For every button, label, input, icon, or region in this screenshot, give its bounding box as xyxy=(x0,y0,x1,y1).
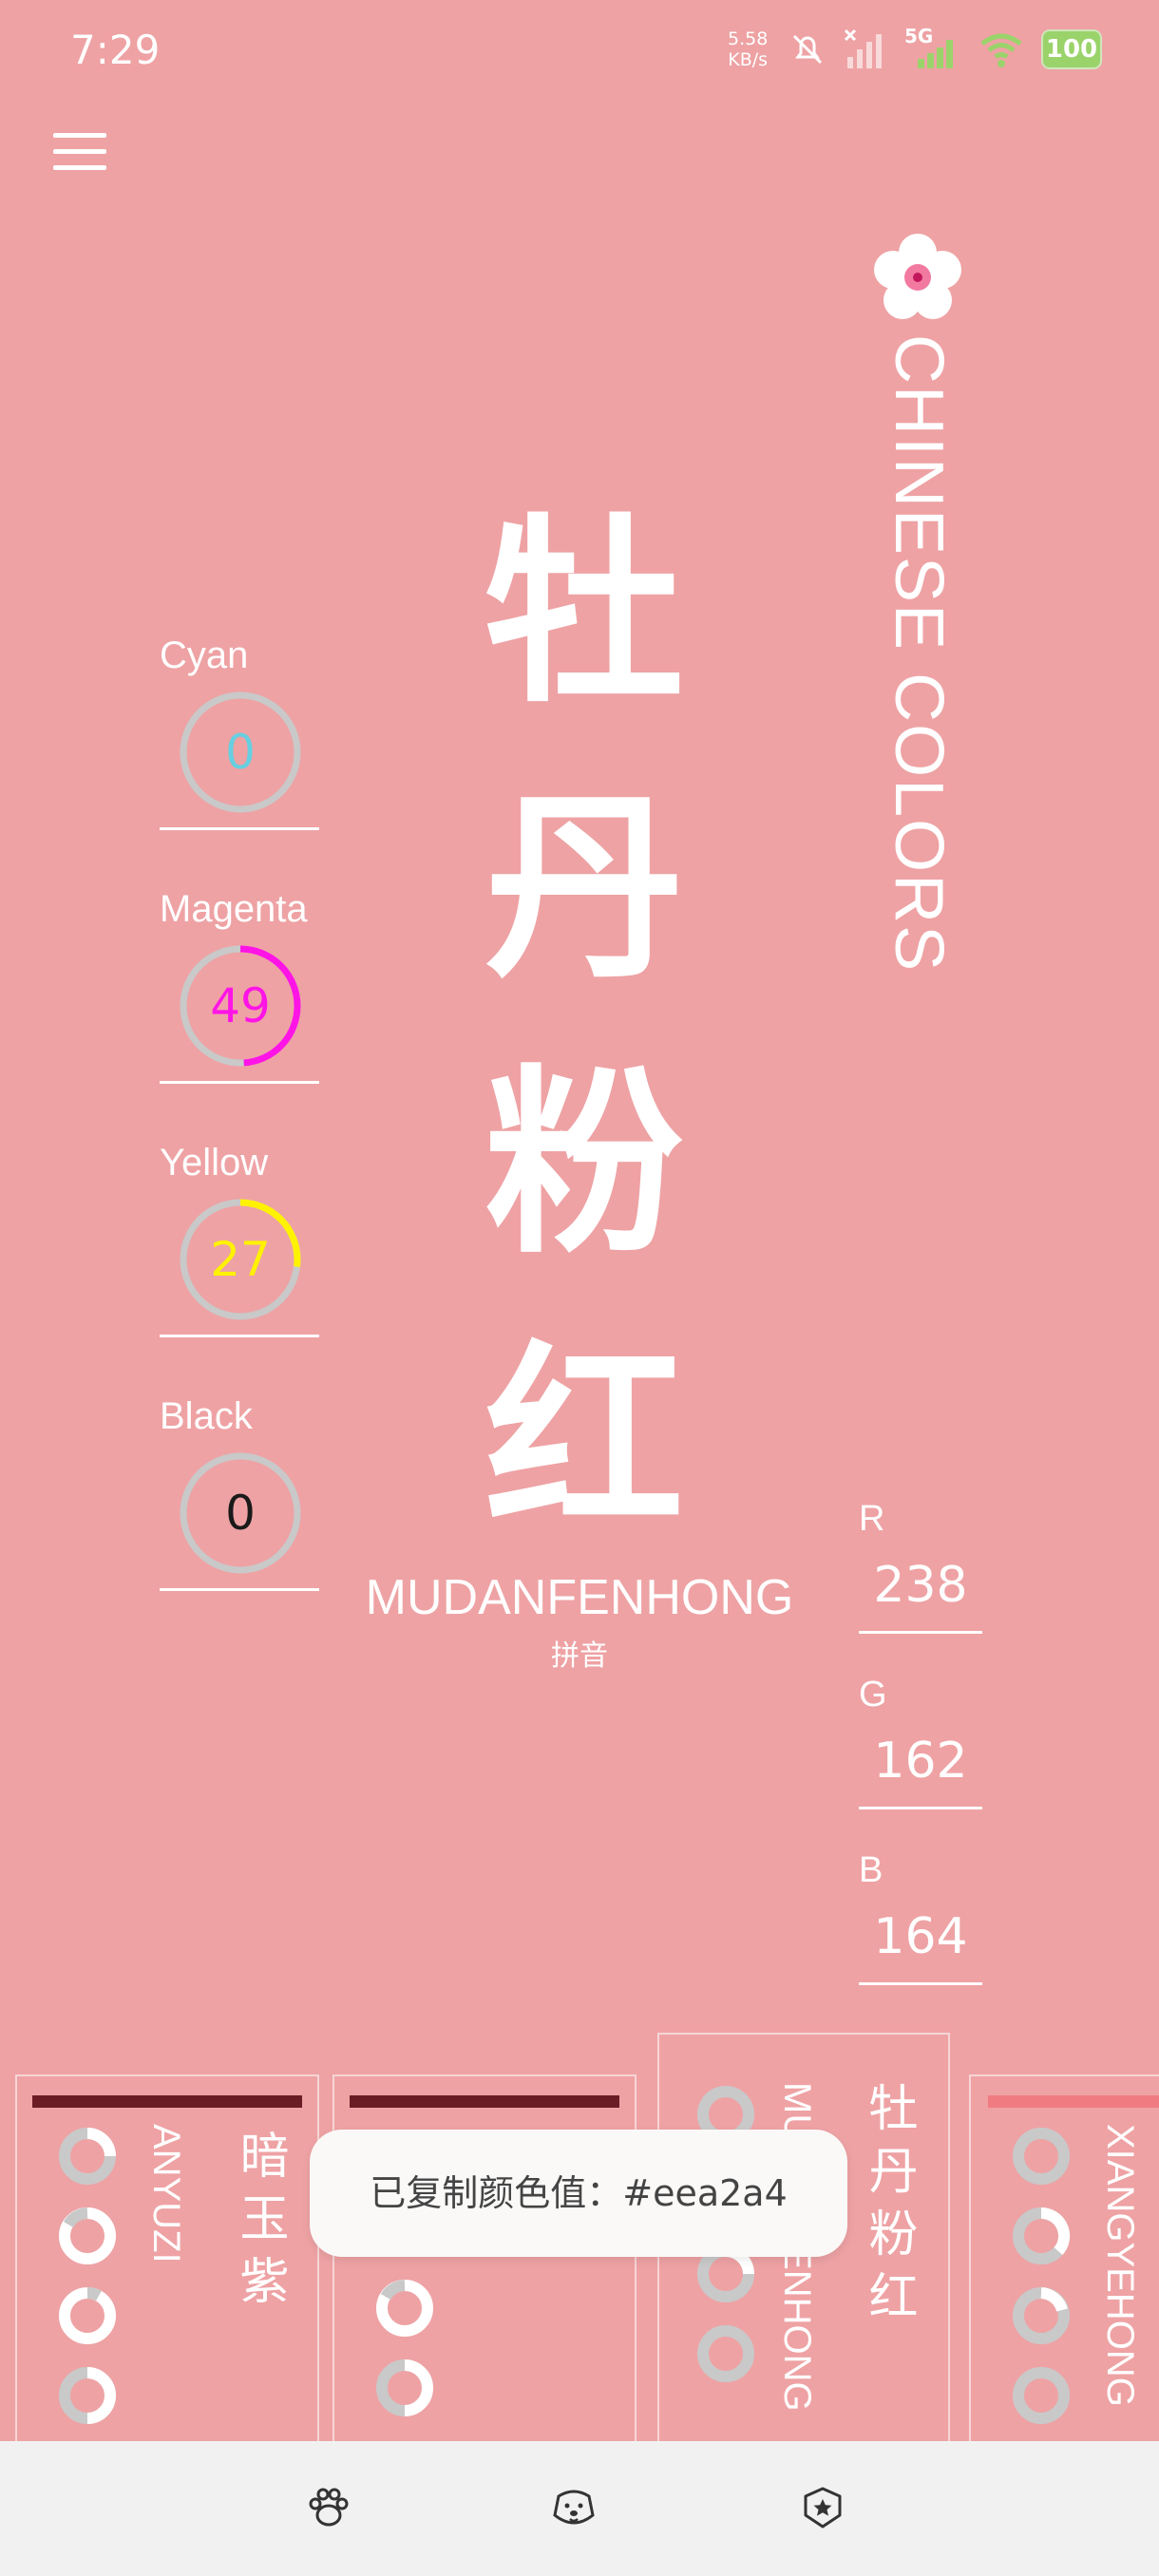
mini-ring xyxy=(59,2207,116,2264)
mini-ring xyxy=(376,2359,433,2416)
rgb-value: 162 xyxy=(873,1733,968,1790)
star-badge-icon[interactable] xyxy=(798,2483,847,2532)
rgb-red: R 238 xyxy=(859,1499,982,1634)
divider xyxy=(859,1631,982,1634)
brand-title: CHINESE COLORS xyxy=(881,334,957,974)
cmyk-ring: 49 xyxy=(179,944,302,1068)
card-cmyk-rings xyxy=(55,2124,120,2443)
rgb-green: G 162 xyxy=(859,1675,982,1809)
rgb-blue: B 164 xyxy=(859,1850,982,1985)
mini-ring xyxy=(697,2325,754,2382)
signal-off-icon xyxy=(844,28,882,68)
card-color-bar xyxy=(32,2095,302,2108)
net-speed-unit: KB/s xyxy=(728,49,769,70)
divider xyxy=(160,1081,319,1084)
color-name[interactable]: 牡 丹 粉 红 xyxy=(475,475,694,1577)
cmyk-yellow: Yellow 27 xyxy=(160,1142,319,1337)
rgb-label: G xyxy=(859,1675,887,1714)
cmyk-ring: 0 xyxy=(179,1451,302,1575)
cmyk-value: 0 xyxy=(225,1486,256,1541)
rgb-value: 238 xyxy=(873,1557,968,1614)
mini-ring xyxy=(1013,2287,1070,2344)
color-name-char: 牡 xyxy=(484,495,684,729)
color-card[interactable]: XIANGYEHONG xyxy=(969,2074,1159,2454)
menu-icon-line xyxy=(53,149,106,154)
copy-toast: 已复制颜色值：#eea2a4 xyxy=(310,2130,847,2257)
mini-ring xyxy=(1013,2128,1070,2185)
card-color-name: 牡丹粉红 xyxy=(860,2082,917,2333)
card-cmyk-rings xyxy=(1009,2124,1074,2443)
rgb-label: R xyxy=(859,1499,885,1539)
menu-icon-line xyxy=(53,133,106,138)
cmyk-value: 27 xyxy=(210,1232,271,1287)
menu-icon-line xyxy=(53,165,106,170)
battery-indicator: 100 xyxy=(1041,29,1102,69)
cmyk-label: Black xyxy=(160,1395,253,1437)
card-color-bar xyxy=(988,2095,1159,2108)
card-pinyin: ANYUZI xyxy=(145,2124,187,2263)
divider xyxy=(160,1588,319,1591)
bottom-nav xyxy=(0,2441,1159,2576)
bell-muted-icon xyxy=(792,34,823,65)
cmyk-magenta: Magenta 49 xyxy=(160,888,319,1084)
mini-ring xyxy=(1013,2207,1071,2264)
net-speed: 5.58 KB/s xyxy=(728,28,768,70)
color-card[interactable]: ANYUZI 暗玉紫 xyxy=(15,2074,319,2454)
mini-ring xyxy=(59,2287,116,2344)
wifi-icon xyxy=(980,33,1022,67)
rgb-value: 164 xyxy=(873,1908,968,1965)
divider xyxy=(160,1335,319,1337)
color-pinyin: MUDANFENHONG xyxy=(365,1570,794,1625)
cmyk-label: Magenta xyxy=(160,888,308,930)
network-type: 5G xyxy=(904,25,934,47)
cmyk-cyan: Cyan 0 xyxy=(160,635,319,830)
mini-ring xyxy=(376,2280,433,2337)
card-pinyin: XIANGYEHONG xyxy=(1099,2124,1141,2407)
dog-icon[interactable] xyxy=(549,2483,598,2532)
color-name-char: 丹 xyxy=(484,770,684,1005)
color-name-char: 粉 xyxy=(484,1046,684,1280)
status-time: 7:29 xyxy=(70,27,161,73)
mini-ring xyxy=(1013,2367,1070,2424)
pinyin-label: 拼音 xyxy=(551,1639,608,1673)
status-icons: 5G 100 xyxy=(788,25,1102,70)
net-speed-value: 5.58 xyxy=(728,28,769,49)
card-color-name: 暗玉紫 xyxy=(231,2130,288,2318)
cmyk-label: Yellow xyxy=(160,1142,269,1184)
divider xyxy=(859,1807,982,1809)
paw-icon[interactable] xyxy=(304,2483,353,2532)
mini-ring xyxy=(59,2128,116,2185)
rgb-label: B xyxy=(859,1850,884,1890)
card-color-bar xyxy=(350,2095,619,2108)
cmyk-value: 0 xyxy=(225,725,256,780)
cmyk-ring: 27 xyxy=(179,1198,302,1321)
cmyk-label: Cyan xyxy=(160,635,249,676)
mini-ring xyxy=(59,2367,116,2424)
cmyk-ring: 0 xyxy=(179,691,302,814)
color-name-char: 红 xyxy=(484,1321,684,1556)
signal-5g: 5G xyxy=(904,25,961,70)
card-cmyk-rings xyxy=(372,2276,437,2435)
divider xyxy=(859,1982,982,1985)
divider xyxy=(160,827,319,830)
cmyk-black: Black 0 xyxy=(160,1395,319,1591)
cmyk-value: 49 xyxy=(210,978,271,1033)
plum-blossom-icon xyxy=(874,234,961,319)
menu-button[interactable] xyxy=(53,133,106,171)
